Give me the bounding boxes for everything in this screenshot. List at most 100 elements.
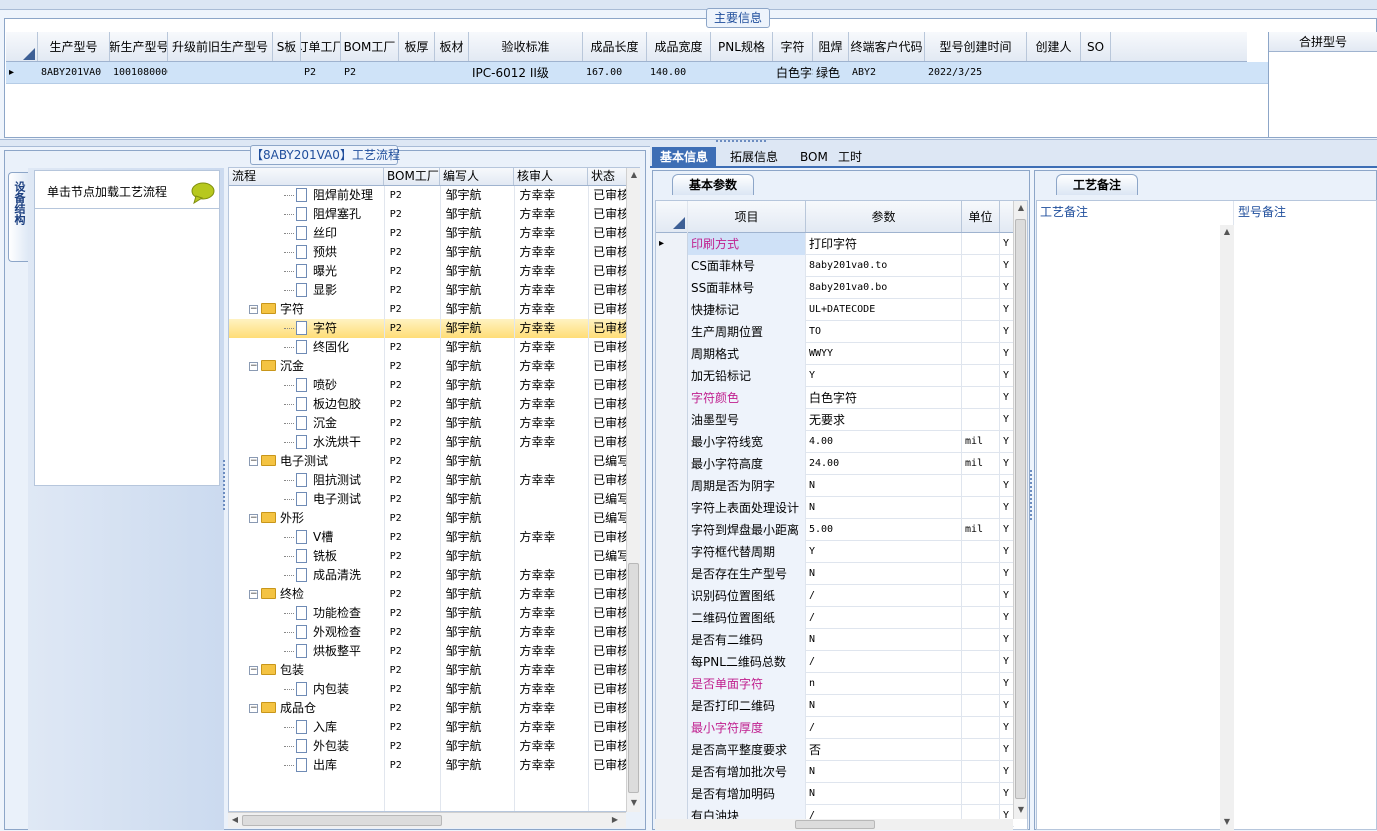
param-row[interactable]: 字符颜色 白色字符 Y — [656, 387, 1014, 409]
collapse-icon[interactable]: − — [249, 362, 258, 371]
main-cell[interactable]: IPC-6012 II级 — [469, 62, 583, 83]
main-cell[interactable]: ABY2 — [849, 62, 925, 83]
main-cell[interactable]: 140.00 — [647, 62, 711, 83]
scroll-up-icon[interactable]: ▲ — [627, 168, 641, 182]
main-cell[interactable] — [1081, 62, 1111, 83]
tree-row[interactable]: − 成品仓 P2 邹宇航 方幸幸 已审核 — [229, 699, 627, 718]
tree-node[interactable]: 阻抗测试 — [229, 471, 384, 490]
tree-row[interactable]: 阻焊前处理 P2 邹宇航 方幸幸 已审核 — [229, 186, 627, 205]
param-row[interactable]: 生产周期位置 TO Y — [656, 321, 1014, 343]
param-value[interactable]: 24.00 — [806, 453, 962, 475]
tree-node[interactable]: 终固化 — [229, 338, 384, 357]
tree-col-header[interactable]: BOM工厂 — [384, 168, 440, 185]
main-cell[interactable]: 2022/3/25 — [925, 62, 1027, 83]
main-cell[interactable]: 绿色 — [813, 62, 849, 83]
tree-node[interactable]: − 成品仓 — [229, 699, 384, 718]
param-value[interactable]: N — [806, 629, 962, 651]
param-row[interactable]: 是否有增加明码 N Y — [656, 783, 1014, 805]
tree-vertical-scrollbar[interactable]: ▲ ▼ — [626, 168, 640, 812]
param-col-header[interactable]: 参数 — [806, 201, 962, 232]
param-value[interactable]: 8aby201va0.bo — [806, 277, 962, 299]
tree-node[interactable]: 阻焊塞孔 — [229, 205, 384, 224]
param-row[interactable]: 二维码位置图纸 / Y — [656, 607, 1014, 629]
collapse-icon[interactable]: − — [249, 514, 258, 523]
main-col-header[interactable]: 订单工厂 — [301, 32, 341, 61]
param-row[interactable]: 每PNL二维码总数 / Y — [656, 651, 1014, 673]
tree-row[interactable]: 字符 P2 邹宇航 方幸幸 已审核 — [229, 319, 627, 338]
param-value[interactable]: N — [806, 761, 962, 783]
main-cell[interactable] — [273, 62, 301, 83]
param-row[interactable]: 字符框代替周期 Y Y — [656, 541, 1014, 563]
tree-node[interactable]: 字符 — [229, 319, 384, 338]
param-value[interactable]: WWYY — [806, 343, 962, 365]
notes-grid[interactable]: 工艺备注 型号备注 ▲ ▼ — [1036, 200, 1377, 831]
main-col-header[interactable]: 板材 — [435, 32, 469, 61]
tree-col-header[interactable]: 状态 — [588, 168, 628, 185]
left-splitter-grip[interactable] — [223, 460, 227, 510]
main-col-header[interactable]: 字符 — [773, 32, 813, 61]
main-cell[interactable] — [711, 62, 773, 83]
tree-row[interactable]: 沉金 P2 邹宇航 方幸幸 已审核 — [229, 414, 627, 433]
param-value[interactable]: 打印字符 — [806, 233, 962, 255]
tree-row[interactable]: − 沉金 P2 邹宇航 方幸幸 已审核 — [229, 357, 627, 376]
tree-row[interactable]: 水洗烘干 P2 邹宇航 方幸幸 已审核 — [229, 433, 627, 452]
main-col-header[interactable]: 升级前旧生产型号 — [168, 32, 273, 61]
param-value[interactable]: N — [806, 563, 962, 585]
notes-vertical-scrollbar[interactable]: ▲ ▼ — [1220, 225, 1234, 831]
tree-col-header[interactable]: 流程 — [229, 168, 384, 185]
main-cell[interactable]: 10010800066010 — [110, 62, 168, 83]
tree-node[interactable]: 板边包胶 — [229, 395, 384, 414]
collapse-icon[interactable]: − — [249, 457, 258, 466]
main-col-header[interactable]: SO — [1081, 32, 1111, 61]
main-col-header[interactable]: BOM工厂 — [341, 32, 399, 61]
merge-model-header[interactable]: 合拼型号 — [1269, 32, 1377, 52]
main-col-header[interactable]: 板厚 — [399, 32, 435, 61]
param-value[interactable]: 白色字符 — [806, 387, 962, 409]
main-col-header[interactable]: 阻焊 — [813, 32, 849, 61]
main-col-header[interactable]: PNL规格 — [711, 32, 773, 61]
tree-row[interactable]: 铣板 P2 邹宇航 已编写 — [229, 547, 627, 566]
param-value[interactable]: / — [806, 717, 962, 739]
param-row[interactable]: 最小字符厚度 / Y — [656, 717, 1014, 739]
param-row[interactable]: 是否打印二维码 N Y — [656, 695, 1014, 717]
param-row[interactable]: 快捷标记 UL+DATECODE Y — [656, 299, 1014, 321]
main-cell[interactable]: 167.00 — [583, 62, 647, 83]
main-grid-row[interactable]: ▸ 8ABY201VA010010800066010 P2P2 IPC-6012 II… — [6, 62, 1268, 84]
tab-extended-info[interactable]: 拓展信息 — [722, 147, 786, 168]
scroll-thumb[interactable] — [628, 563, 639, 793]
param-value[interactable]: UL+DATECODE — [806, 299, 962, 321]
scroll-up-icon[interactable]: ▲ — [1220, 225, 1234, 239]
tree-node[interactable]: 出库 — [229, 756, 384, 775]
param-row[interactable]: 最小字符高度 24.00 mil Y — [656, 453, 1014, 475]
main-col-header[interactable]: 成品宽度 — [647, 32, 711, 61]
param-row[interactable]: ▸ 印刷方式 打印字符 Y — [656, 233, 1014, 255]
param-col-header[interactable]: 项目 — [688, 201, 806, 232]
tree-row[interactable]: 外包装 P2 邹宇航 方幸幸 已审核 — [229, 737, 627, 756]
param-row[interactable]: 识别码位置图纸 / Y — [656, 585, 1014, 607]
scroll-left-icon[interactable]: ◀ — [228, 813, 242, 827]
main-col-header[interactable]: S板 — [273, 32, 301, 61]
collapse-icon[interactable]: − — [249, 590, 258, 599]
main-cell[interactable] — [399, 62, 435, 83]
scroll-down-icon[interactable]: ▼ — [627, 796, 641, 810]
tree-node[interactable]: 内包装 — [229, 680, 384, 699]
param-value[interactable]: N — [806, 695, 962, 717]
tree-node[interactable]: − 终检 — [229, 585, 384, 604]
param-row[interactable]: 加无铅标记 Y Y — [656, 365, 1014, 387]
param-value[interactable]: 8aby201va0.to — [806, 255, 962, 277]
tree-node[interactable]: 烘板整平 — [229, 642, 384, 661]
tree-node[interactable]: 外观检查 — [229, 623, 384, 642]
param-value[interactable]: Y — [806, 365, 962, 387]
param-value[interactable]: n — [806, 673, 962, 695]
tree-row[interactable]: − 终检 P2 邹宇航 方幸幸 已审核 — [229, 585, 627, 604]
param-value[interactable]: N — [806, 475, 962, 497]
scroll-right-icon[interactable]: ▶ — [608, 813, 622, 827]
tree-row[interactable]: 内包装 P2 邹宇航 方幸幸 已审核 — [229, 680, 627, 699]
tree-node[interactable]: 丝印 — [229, 224, 384, 243]
model-note-column[interactable]: 型号备注 — [1235, 201, 1375, 223]
param-value[interactable]: 无要求 — [806, 409, 962, 431]
tree-node[interactable]: 功能检查 — [229, 604, 384, 623]
tree-row[interactable]: 成品清洗 P2 邹宇航 方幸幸 已审核 — [229, 566, 627, 585]
tree-row[interactable]: 丝印 P2 邹宇航 方幸幸 已审核 — [229, 224, 627, 243]
param-row[interactable]: 字符到焊盘最小距离 5.00 mil Y — [656, 519, 1014, 541]
